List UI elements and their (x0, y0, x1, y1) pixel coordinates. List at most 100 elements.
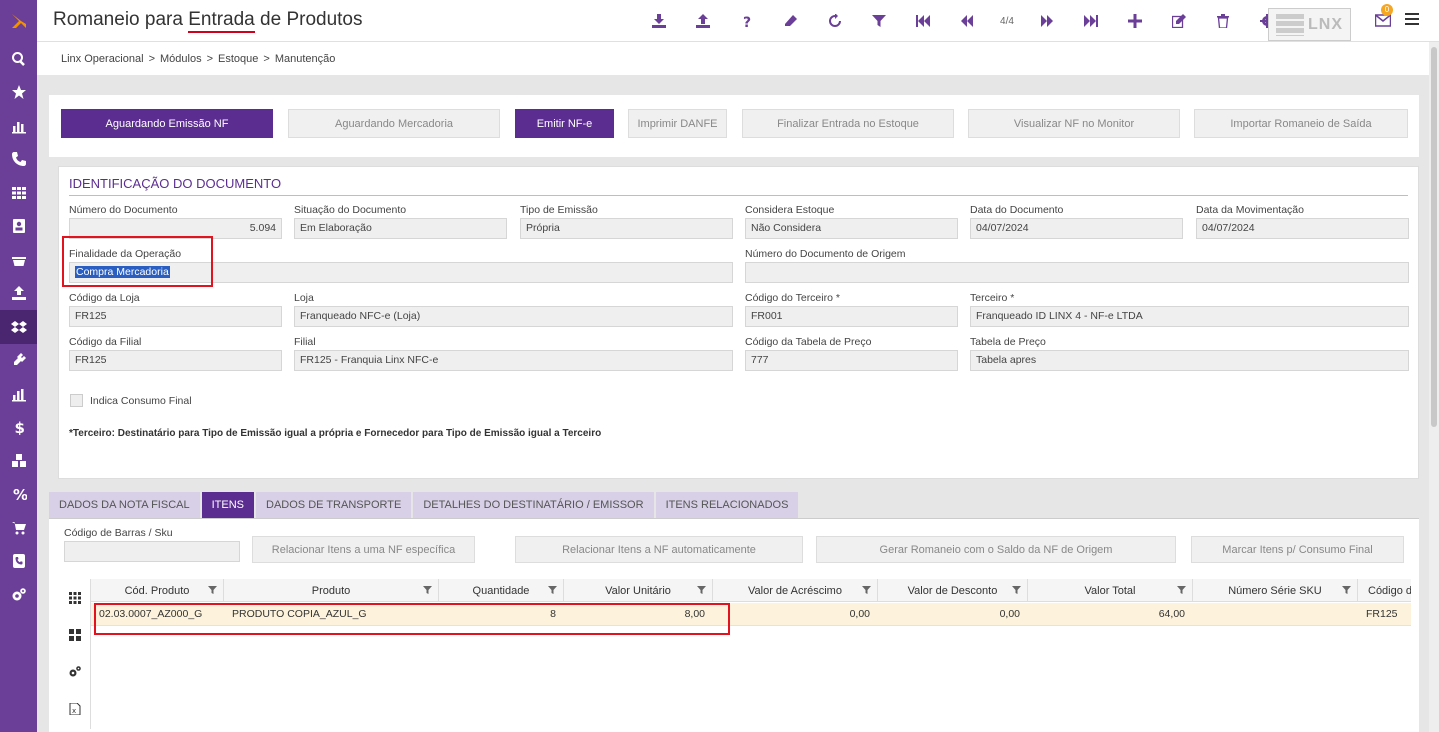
filter-icon[interactable] (423, 586, 432, 595)
col-header-valor-acrescimo[interactable]: Valor de Acréscimo (713, 579, 878, 602)
col-header-codigo[interactable]: Código d (1358, 579, 1411, 602)
plug-icon[interactable] (0, 344, 37, 378)
dropbox-icon[interactable] (0, 310, 37, 344)
data-documento-field[interactable]: 04/07/2024 (970, 218, 1183, 239)
breadcrumb-item[interactable]: Estoque (218, 53, 258, 65)
add-icon[interactable] (1113, 0, 1157, 42)
cubes-icon[interactable] (0, 444, 37, 478)
itens-tab-content: Código de Barras / Sku Relacionar Itens … (49, 518, 1419, 732)
col-header-valor-desconto[interactable]: Valor de Desconto (878, 579, 1028, 602)
codigo-terceiro-field[interactable]: FR001 (745, 306, 958, 327)
svg-text:%: % (13, 486, 27, 502)
upload-icon[interactable] (0, 277, 37, 311)
linx-logo-icon[interactable] (0, 0, 37, 42)
report-chart-icon[interactable] (0, 377, 37, 411)
column-label: Número Série SKU (1228, 584, 1322, 597)
col-header-valor-unitario[interactable]: Valor Unitário (564, 579, 713, 602)
importar-romaneio-button[interactable]: Importar Romaneio de Saída (1194, 109, 1408, 138)
col-header-numero-serie-sku[interactable]: Número Série SKU (1193, 579, 1358, 602)
tab-dados-transporte[interactable]: DADOS DE TRANSPORTE (256, 492, 412, 518)
aguardando-mercadoria-button[interactable]: Aguardando Mercadoria (288, 109, 500, 138)
column-label: Valor de Acréscimo (748, 584, 842, 597)
gerar-romaneio-button[interactable]: Gerar Romaneio com o Saldo da NF de Orig… (816, 536, 1176, 563)
consumo-final-checkbox[interactable] (70, 394, 83, 407)
dollar-icon[interactable]: $ (0, 411, 37, 445)
bar-chart-icon[interactable] (0, 109, 37, 143)
first-page-icon[interactable] (901, 0, 945, 42)
col-header-cod-produto[interactable]: Cód. Produto (91, 579, 224, 602)
filter-icon[interactable] (1012, 586, 1021, 595)
col-header-valor-total[interactable]: Valor Total (1028, 579, 1193, 602)
download-icon[interactable] (637, 0, 681, 42)
tabela-preco-field[interactable]: Tabela apres (970, 350, 1409, 371)
breadcrumb-item[interactable]: Módulos (160, 53, 202, 65)
contact-card-icon[interactable] (0, 210, 37, 244)
situacao-field[interactable]: Em Elaboração (294, 218, 507, 239)
situacao-label: Situação do Documento (294, 204, 407, 216)
codigo-loja-field[interactable]: FR125 (69, 306, 282, 327)
tab-itens[interactable]: ITENS (201, 492, 255, 518)
refresh-icon[interactable] (813, 0, 857, 42)
excel-export-icon[interactable]: x (59, 690, 90, 727)
col-header-produto[interactable]: Produto (224, 579, 439, 602)
filter-icon[interactable] (208, 586, 217, 595)
phone-icon[interactable] (0, 143, 37, 177)
filial-field[interactable]: FR125 - Franquia Linx NFC-e (294, 350, 733, 371)
relacionar-auto-button[interactable]: Relacionar Itens a NF automaticamente (515, 536, 803, 563)
page-scrollbar[interactable] (1429, 42, 1439, 732)
emitir-nfe-button[interactable]: Emitir NF-e (515, 109, 614, 138)
grid-icon[interactable] (0, 176, 37, 210)
considera-estoque-field[interactable]: Não Considera (745, 218, 958, 239)
filter-icon[interactable] (1342, 586, 1351, 595)
cell-valor-desconto: 0,00 (999, 608, 1020, 620)
data-movimentacao-field[interactable]: 04/07/2024 (1196, 218, 1409, 239)
company-logo-text: LNX (1308, 15, 1343, 33)
codigo-filial-field[interactable]: FR125 (69, 350, 282, 371)
scrollbar-thumb[interactable] (1431, 47, 1437, 427)
filter-icon[interactable] (697, 586, 706, 595)
doc-origem-field[interactable] (745, 262, 1409, 283)
sku-input[interactable] (64, 541, 240, 562)
cart-icon[interactable] (0, 511, 37, 545)
settings-cogs-icon[interactable] (0, 578, 37, 612)
filter-icon[interactable] (862, 586, 871, 595)
trash-icon[interactable] (1201, 0, 1245, 42)
loja-field[interactable]: Franqueado NFC-e (Loja) (294, 306, 733, 327)
breadcrumb-item[interactable]: Linx Operacional (61, 53, 144, 65)
aguardando-emissao-button[interactable]: Aguardando Emissão NF (61, 109, 273, 138)
phone-book-icon[interactable] (0, 545, 37, 579)
edit-icon[interactable] (1157, 0, 1201, 42)
grid-layout-icon[interactable] (59, 579, 90, 616)
basket-icon[interactable] (0, 243, 37, 277)
upload-icon[interactable] (681, 0, 725, 42)
tab-itens-relacionados[interactable]: ITENS RELACIONADOS (655, 492, 799, 518)
tab-detalhes-destinatario[interactable]: DETALHES DO DESTINATÁRIO / EMISSOR (413, 492, 654, 518)
grid-header: Cód. Produto Produto Quantidade Valor Un… (91, 579, 1411, 602)
notifications-icon[interactable]: 0 (1374, 4, 1393, 28)
card-layout-icon[interactable] (59, 616, 90, 653)
breadcrumb-item[interactable]: Manutenção (275, 53, 336, 65)
previous-page-icon[interactable] (945, 0, 989, 42)
imprimir-danfe-button[interactable]: Imprimir DANFE (628, 109, 727, 138)
last-page-icon[interactable] (1069, 0, 1113, 42)
filter-icon[interactable] (1177, 586, 1186, 595)
filter-icon[interactable] (857, 0, 901, 42)
col-header-quantidade[interactable]: Quantidade (439, 579, 564, 602)
grid-settings-icon[interactable] (59, 653, 90, 690)
codigo-tabela-field[interactable]: 777 (745, 350, 958, 371)
terceiro-field[interactable]: Franqueado ID LINX 4 - NF-e LTDA (970, 306, 1409, 327)
visualizar-nf-button[interactable]: Visualizar NF no Monitor (968, 109, 1180, 138)
eraser-icon[interactable] (769, 0, 813, 42)
hamburger-menu-icon[interactable] (1405, 13, 1419, 27)
filter-icon[interactable] (548, 586, 557, 595)
search-icon[interactable] (0, 42, 37, 76)
tab-dados-nota-fiscal[interactable]: DADOS DA NOTA FISCAL (49, 492, 200, 518)
help-icon[interactable]: ? (725, 0, 769, 42)
finalizar-entrada-button[interactable]: Finalizar Entrada no Estoque (742, 109, 954, 138)
star-icon[interactable] (0, 76, 37, 110)
marcar-consumo-button[interactable]: Marcar Itens p/ Consumo Final (1191, 536, 1404, 563)
next-page-icon[interactable] (1025, 0, 1069, 42)
relacionar-nf-button[interactable]: Relacionar Itens a uma NF específica (252, 536, 475, 563)
tipo-emissao-field[interactable]: Própria (520, 218, 733, 239)
percent-icon[interactable]: % (0, 478, 37, 512)
